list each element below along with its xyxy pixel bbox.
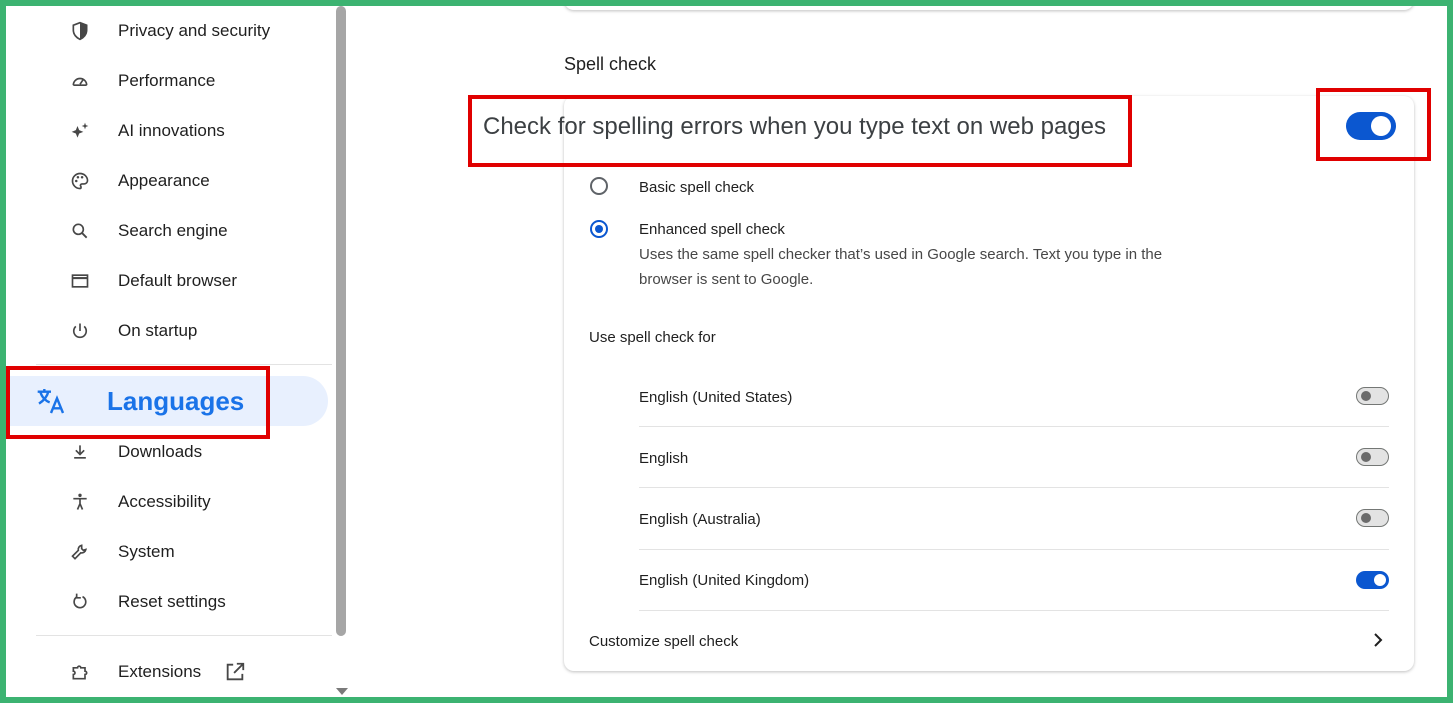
sidebar-item-ai-innovations[interactable]: AI innovations [6, 106, 336, 156]
reset-icon [68, 590, 92, 614]
puzzle-icon [68, 660, 92, 684]
translate-icon [34, 384, 68, 418]
language-name: English (United States) [639, 389, 793, 406]
shield-icon [68, 19, 92, 43]
sidebar-item-extensions[interactable]: Extensions [6, 647, 336, 697]
sidebar-item-default-browser[interactable]: Default browser [6, 256, 336, 306]
palette-icon [68, 169, 92, 193]
language-toggle-en-us[interactable] [1356, 387, 1389, 405]
sidebar-item-label: Languages [107, 385, 245, 416]
sidebar-item-label: Accessibility [118, 492, 211, 511]
sidebar-item-label: Privacy and security [118, 21, 271, 40]
sidebar-item-system[interactable]: System [6, 527, 336, 577]
sidebar-item-label: Appearance [118, 171, 210, 190]
chevron-right-icon[interactable] [1370, 632, 1386, 648]
sidebar-divider [36, 635, 332, 636]
spell-check-toggle-label: Check for spelling errors when you type … [483, 113, 1107, 140]
sidebar-item-label: AI innovations [118, 121, 225, 140]
sidebar-item-label: Performance [118, 71, 216, 90]
previous-card-bottom [564, 0, 1414, 10]
sidebar-item-accessibility[interactable]: Accessibility [6, 477, 336, 527]
toggle-knob [1371, 116, 1391, 136]
browser-window-icon [68, 269, 92, 293]
language-name: English (Australia) [639, 511, 761, 528]
sidebar-item-label: Default browser [118, 271, 238, 290]
sidebar-item-downloads[interactable]: Downloads [6, 427, 336, 477]
sparkle-icon [68, 119, 92, 143]
row-divider [639, 549, 1389, 550]
sidebar-item-label: Reset settings [118, 592, 226, 611]
sidebar-item-label: Downloads [118, 442, 203, 461]
sidebar-item-privacy[interactable]: Privacy and security [6, 6, 336, 56]
settings-sidebar: Privacy and security Performance AI inno… [6, 6, 336, 697]
sidebar-item-label: Search engine [118, 221, 228, 240]
sidebar-item-search-engine[interactable]: Search engine [6, 206, 336, 256]
enhanced-spell-check-label: Enhanced spell check [639, 221, 785, 238]
toggle-knob [1374, 574, 1386, 586]
language-toggle-en-gb[interactable] [1356, 571, 1389, 589]
wrench-icon [68, 540, 92, 564]
sidebar-scrollbar[interactable] [336, 6, 348, 697]
row-divider [639, 610, 1389, 611]
language-name: English (United Kingdom) [639, 572, 810, 589]
scrollbar-thumb[interactable] [336, 6, 346, 636]
toggle-knob [1361, 513, 1371, 523]
enhanced-spell-check-radio[interactable] [590, 220, 608, 238]
sidebar-item-appearance[interactable]: Appearance [6, 156, 336, 206]
row-divider [639, 426, 1389, 427]
sidebar-item-label: Extensions [118, 662, 202, 681]
toggle-knob [1361, 391, 1371, 401]
accessibility-icon [68, 490, 92, 514]
sidebar-item-reset-settings[interactable]: Reset settings [6, 577, 336, 627]
spell-check-main-toggle[interactable] [1346, 112, 1396, 140]
sidebar-item-languages[interactable]: Languages [6, 376, 328, 426]
customize-spell-check-link[interactable]: Customize spell check [589, 633, 738, 650]
basic-spell-check-radio[interactable] [590, 177, 608, 195]
sidebar-item-on-startup[interactable]: On startup [6, 306, 336, 356]
scroll-down-arrow-icon[interactable] [336, 688, 348, 695]
sidebar-divider [36, 364, 332, 365]
power-icon [68, 319, 92, 343]
external-link-icon [224, 661, 246, 683]
sidebar-item-label: On startup [118, 321, 198, 340]
enhanced-spell-check-description: Uses the same spell checker that’s used … [639, 246, 1163, 288]
sidebar-item-label: System [118, 542, 175, 561]
basic-spell-check-label: Basic spell check [639, 179, 755, 196]
speedometer-icon [68, 69, 92, 93]
language-toggle-en[interactable] [1356, 448, 1389, 466]
section-title: Spell check [564, 54, 657, 74]
language-name: English [639, 450, 689, 467]
download-icon [68, 440, 92, 464]
row-divider [639, 487, 1389, 488]
settings-main: Spell check Check for spelling errors wh… [348, 0, 1447, 697]
search-icon [68, 219, 92, 243]
toggle-knob [1361, 452, 1371, 462]
language-toggle-en-au[interactable] [1356, 509, 1389, 527]
use-spell-check-for-label: Use spell check for [589, 329, 716, 346]
sidebar-item-performance[interactable]: Performance [6, 56, 336, 106]
